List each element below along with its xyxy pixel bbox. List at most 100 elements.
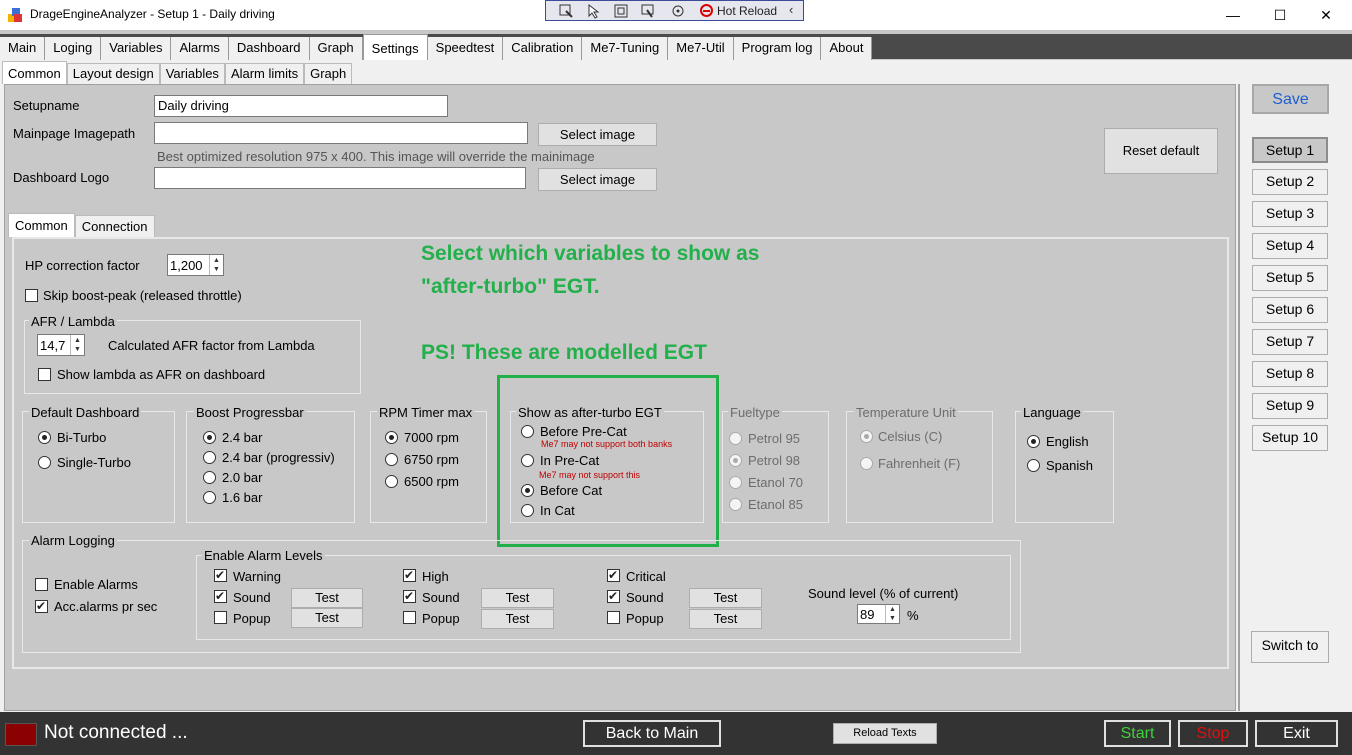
tab-calibration[interactable]: Calibration	[503, 37, 583, 60]
subtab-common[interactable]: Common	[2, 61, 67, 84]
stepper-arrows-icon[interactable]: ▲ ▼	[209, 255, 223, 275]
critical-sound-checkbox[interactable]	[607, 589, 620, 603]
cursor-icon[interactable]	[586, 3, 602, 19]
high-popup-test-button[interactable]: Test	[481, 609, 554, 629]
sync-icon[interactable]	[670, 3, 686, 19]
close-button[interactable]: ✕	[1303, 0, 1349, 30]
tab-variables[interactable]: Variables	[101, 37, 172, 60]
egt-before-pre-cat-radio[interactable]	[521, 425, 534, 438]
setup-5-button[interactable]: Setup 5	[1252, 265, 1328, 291]
select-mainpage-image-button[interactable]: Select image	[538, 123, 657, 146]
tab-graph[interactable]: Graph	[309, 37, 363, 60]
setupname-input[interactable]: Daily driving	[154, 95, 448, 117]
tab-main[interactable]: Main	[0, 37, 46, 60]
egt-in-pre-cat-radio[interactable]	[521, 454, 534, 467]
tab-alarms[interactable]: Alarms	[171, 37, 229, 60]
high-sound-test-button[interactable]: Test	[481, 588, 554, 608]
setup-8-button[interactable]: Setup 8	[1252, 361, 1328, 387]
collapse-toolbar-icon[interactable]: ‹	[789, 2, 793, 17]
tab-dashboard[interactable]: Dashboard	[228, 37, 310, 60]
setup-9-button[interactable]: Setup 9	[1252, 393, 1328, 419]
fuel-etanol-85-radio[interactable]	[729, 498, 742, 511]
setup-2-button[interactable]: Setup 2	[1252, 169, 1328, 195]
hp-correction-stepper[interactable]: 1,200 ▲ ▼	[167, 254, 224, 276]
tab-me7-util[interactable]: Me7-Util	[668, 37, 734, 60]
language-english-radio[interactable]	[1027, 435, 1040, 448]
rpm-7000-radio[interactable]	[385, 431, 398, 444]
innertab-connection[interactable]: Connection	[74, 215, 155, 237]
subtab-alarm-limits[interactable]: Alarm limits	[224, 63, 305, 84]
critical-level-checkbox[interactable]	[607, 568, 620, 582]
rpm-6500-radio[interactable]	[385, 475, 398, 488]
critical-popup-checkbox[interactable]	[607, 611, 620, 624]
dashboard-single-turbo-radio[interactable]	[38, 456, 51, 469]
exit-button[interactable]: Exit	[1255, 720, 1338, 747]
tab-settings[interactable]: Settings	[362, 34, 428, 60]
egt-in-cat-radio[interactable]	[521, 504, 534, 517]
start-button[interactable]: Start	[1104, 720, 1171, 747]
stepper-arrows-icon[interactable]: ▲ ▼	[885, 605, 899, 623]
tab-program-log[interactable]: Program log	[733, 37, 822, 60]
afr-factor-stepper[interactable]: 14,7 ▲ ▼	[37, 334, 85, 356]
tab-speedtest[interactable]: Speedtest	[427, 37, 504, 60]
subtab-variables[interactable]: Variables	[159, 63, 225, 84]
tab-loging[interactable]: Loging	[45, 37, 102, 60]
innertab-common[interactable]: Common	[8, 213, 75, 237]
egt-before-cat-radio[interactable]	[521, 484, 534, 497]
enable-alarms-checkbox[interactable]	[35, 578, 48, 591]
temp-celsius-radio[interactable]	[860, 430, 873, 443]
stop-button[interactable]: Stop	[1178, 720, 1248, 747]
dashboard-bi-turbo-radio[interactable]	[38, 431, 51, 444]
setup-4-button[interactable]: Setup 4	[1252, 233, 1328, 259]
warning-popup-checkbox[interactable]	[214, 611, 227, 624]
skip-boost-peak-checkbox[interactable]	[25, 289, 38, 302]
setup-6-button[interactable]: Setup 6	[1252, 297, 1328, 323]
minimize-button[interactable]: —	[1210, 0, 1256, 30]
critical-popup-test-button[interactable]: Test	[689, 609, 762, 629]
hot-reload-button[interactable]: Hot Reload	[717, 4, 777, 18]
boost-2-0-radio[interactable]	[203, 471, 216, 484]
stepper-arrows-icon[interactable]: ▲ ▼	[70, 335, 84, 355]
fuel-etanol-70-radio[interactable]	[729, 476, 742, 489]
show-lambda-as-afr-checkbox[interactable]	[38, 368, 51, 381]
warning-sound-checkbox[interactable]	[214, 589, 227, 603]
rpm-6750-radio[interactable]	[385, 453, 398, 466]
boost-2-4-progressiv-radio[interactable]	[203, 451, 216, 464]
inspect-icon[interactable]	[640, 3, 656, 19]
boost-2-4-radio[interactable]	[203, 431, 216, 444]
high-popup-checkbox[interactable]	[403, 611, 416, 624]
critical-sound-test-button[interactable]: Test	[689, 588, 762, 608]
maximize-button[interactable]: ☐	[1257, 0, 1303, 30]
back-to-main-button[interactable]: Back to Main	[583, 720, 721, 747]
sound-level-stepper[interactable]: 89 ▲ ▼	[857, 604, 900, 624]
language-spanish-radio[interactable]	[1027, 459, 1040, 472]
temp-fahrenheit-radio[interactable]	[860, 457, 873, 470]
reset-default-button[interactable]: Reset default	[1104, 128, 1218, 174]
warning-popup-test-button[interactable]: Test	[291, 608, 363, 628]
frame-icon[interactable]	[613, 3, 629, 19]
mainpage-imagepath-input[interactable]	[154, 122, 528, 144]
high-sound-checkbox[interactable]	[403, 589, 416, 603]
warning-level-checkbox[interactable]	[214, 568, 227, 582]
fuel-petrol-98-radio[interactable]	[729, 454, 742, 467]
switch-to-button[interactable]: Switch to	[1251, 631, 1329, 663]
setup-10-button[interactable]: Setup 10	[1252, 425, 1328, 451]
select-logo-image-button[interactable]: Select image	[538, 168, 657, 191]
subtab-graph[interactable]: Graph	[304, 63, 353, 84]
save-button[interactable]: Save	[1252, 84, 1329, 114]
boost-1-6-radio[interactable]	[203, 491, 216, 504]
egt-in-cat-label: In Cat	[540, 503, 575, 518]
setup-3-button[interactable]: Setup 3	[1252, 201, 1328, 227]
high-level-checkbox[interactable]	[403, 568, 416, 582]
reload-texts-button[interactable]: Reload Texts	[833, 723, 937, 744]
select-element-icon[interactable]	[558, 3, 574, 19]
acc-alarms-checkbox[interactable]	[35, 599, 48, 613]
setup-7-button[interactable]: Setup 7	[1252, 329, 1328, 355]
warning-sound-test-button[interactable]: Test	[291, 588, 363, 608]
setup-1-button[interactable]: Setup 1	[1252, 137, 1328, 163]
subtab-layout-design[interactable]: Layout design	[66, 63, 160, 84]
dashboard-logo-input[interactable]	[154, 167, 526, 189]
fuel-petrol-95-radio[interactable]	[729, 432, 742, 445]
tab-me7-tuning[interactable]: Me7-Tuning	[582, 37, 669, 60]
tab-about[interactable]: About	[821, 37, 873, 60]
